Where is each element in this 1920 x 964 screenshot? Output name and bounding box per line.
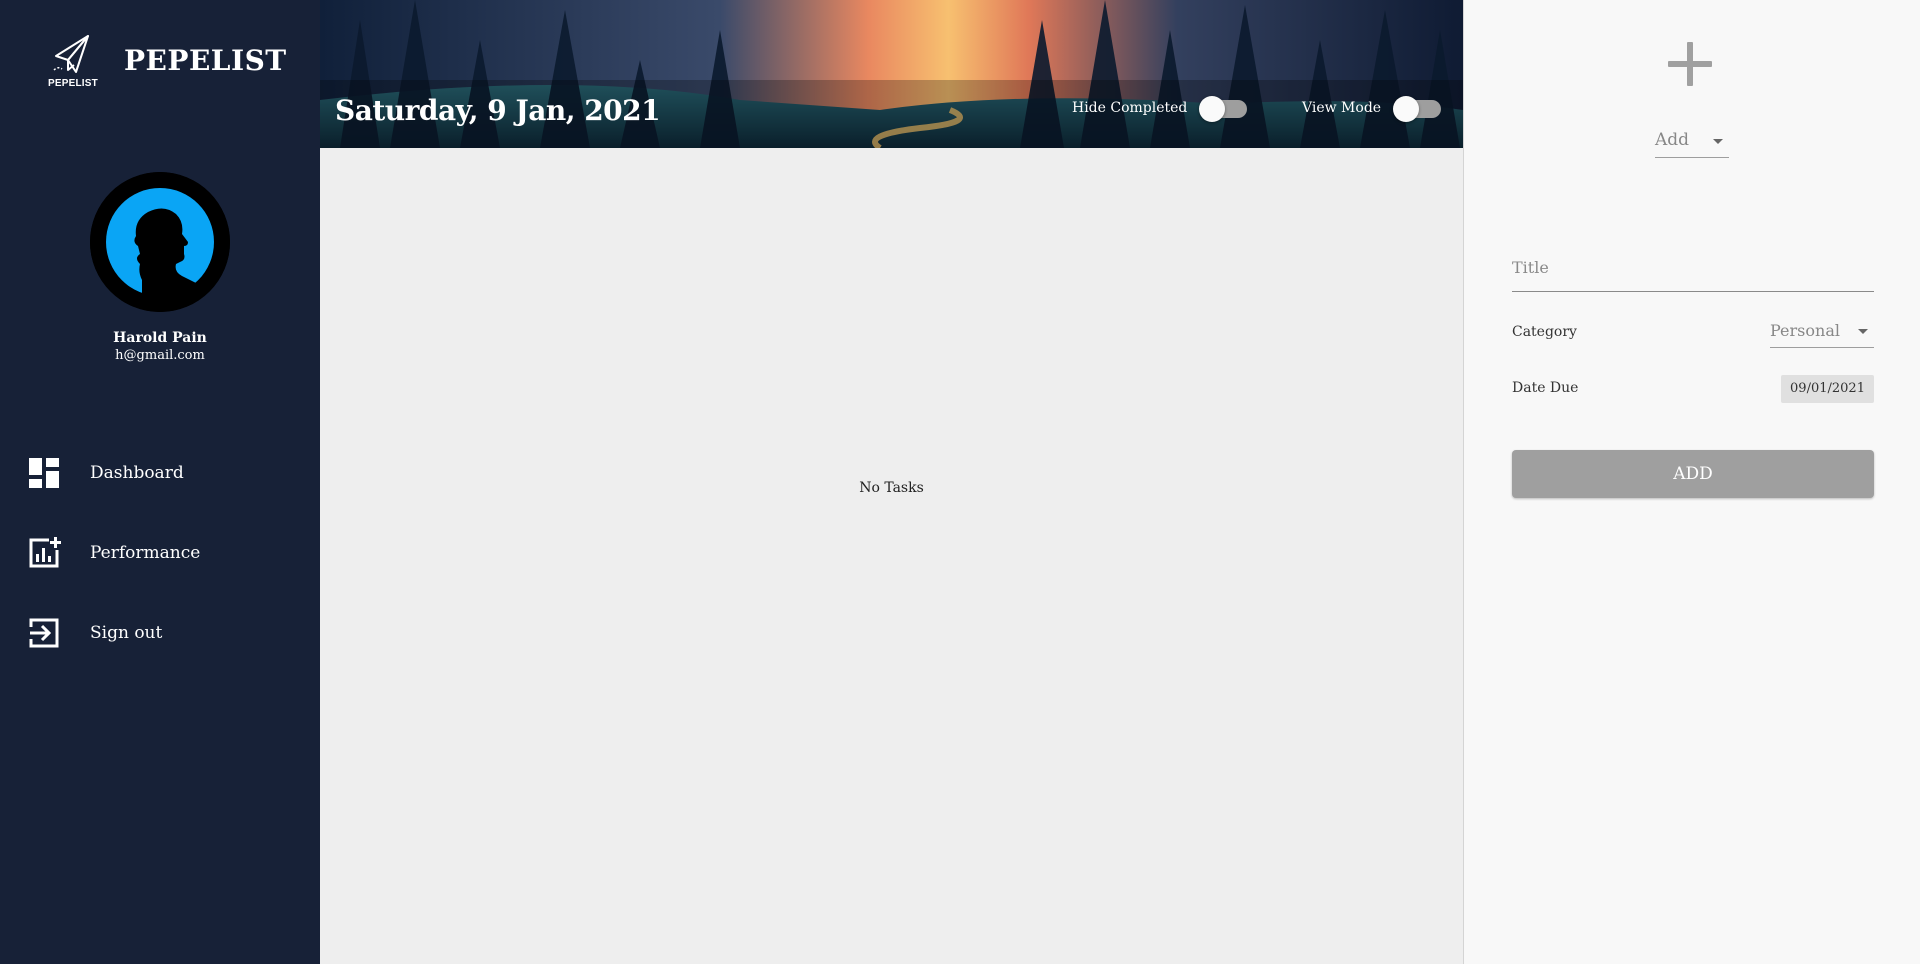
view-mode-toggle[interactable] <box>1393 96 1443 122</box>
view-mode-label: View Mode <box>1302 100 1382 116</box>
header-banner: Saturday, 9 Jan, 2021 Hide Completed Vie… <box>320 0 1463 148</box>
date-due-label: Date Due <box>1512 380 1579 396</box>
empty-state-text: No Tasks <box>859 480 924 496</box>
plus-icon <box>1668 42 1712 86</box>
app-root: PEPELIST PEPELIST Harold Pain h@gmail.co… <box>0 0 1920 964</box>
title-input[interactable] <box>1512 252 1874 283</box>
add-chart-icon <box>26 535 62 571</box>
paper-plane-logo-icon: PEPELIST <box>48 34 100 92</box>
sidebar-item-label: Dashboard <box>90 463 184 483</box>
category-select[interactable]: Personal <box>1770 318 1874 348</box>
chevron-down-icon <box>1858 329 1868 334</box>
add-task-panel: Add Category Personal Date Due 09/01/202… <box>1463 0 1920 964</box>
view-mode-toggle-group: View Mode <box>1302 96 1443 122</box>
user-name: Harold Pain <box>113 330 207 346</box>
sidebar-item-performance[interactable]: Performance <box>26 531 296 575</box>
logo-text: PEPELIST <box>48 78 98 89</box>
mode-select[interactable]: Add <box>1655 128 1729 158</box>
sidebar-item-dashboard[interactable]: Dashboard <box>26 451 296 495</box>
brand[interactable]: PEPELIST <box>48 34 100 92</box>
hide-completed-label: Hide Completed <box>1072 100 1188 116</box>
title-field[interactable] <box>1512 252 1874 292</box>
category-label: Category <box>1512 324 1577 340</box>
hide-completed-toggle-group: Hide Completed <box>1072 96 1249 122</box>
category-select-value: Personal <box>1770 321 1840 340</box>
brand-name: PEPELIST <box>124 44 287 77</box>
date-due-input[interactable]: 09/01/2021 <box>1781 375 1874 403</box>
avatar[interactable] <box>90 172 230 312</box>
user-email: h@gmail.com <box>115 348 205 363</box>
sidebar-item-sign-out[interactable]: Sign out <box>26 611 296 655</box>
chevron-down-icon <box>1713 139 1723 144</box>
current-date-title: Saturday, 9 Jan, 2021 <box>335 94 661 127</box>
toggle-knob[interactable] <box>1199 96 1226 122</box>
dashboard-icon <box>26 455 62 491</box>
add-button[interactable]: ADD <box>1512 450 1874 498</box>
sidebar-item-label: Sign out <box>90 623 163 643</box>
sign-out-icon <box>26 615 62 651</box>
toggle-knob[interactable] <box>1393 96 1420 122</box>
task-list-area: No Tasks <box>320 148 1463 964</box>
sidebar-item-label: Performance <box>90 543 201 563</box>
sidebar: PEPELIST PEPELIST Harold Pain h@gmail.co… <box>0 0 320 964</box>
mode-select-value: Add <box>1655 130 1690 150</box>
hide-completed-toggle[interactable] <box>1199 96 1249 122</box>
